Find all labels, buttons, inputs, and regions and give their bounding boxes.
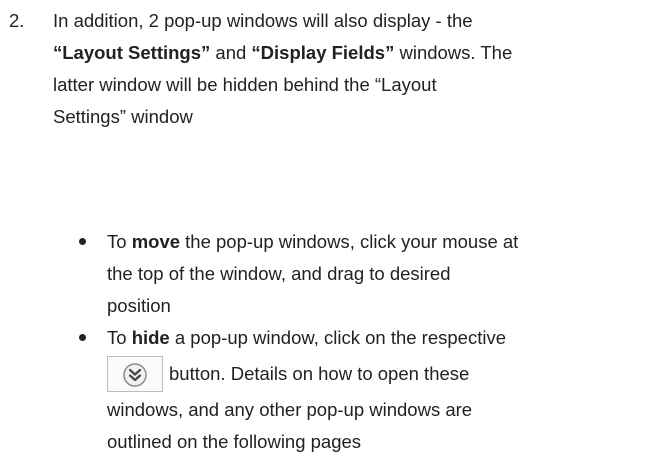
intro-paragraph: In addition, 2 pop-up windows will also … <box>53 5 643 133</box>
bullet-hide: To hide a pop-up window, click on the re… <box>0 322 648 458</box>
hide-keyword: hide <box>131 327 170 348</box>
bullet-move-pre: To <box>107 231 132 252</box>
bullet-move-post: the pop-up windows, click your mouse at <box>180 231 519 252</box>
para-line-4: Settings” window <box>53 106 193 127</box>
bullet-hide-line-3: windows, and any other pop-up windows ar… <box>107 399 473 420</box>
bullet-hide-line-1: To hide a pop-up window, click on the re… <box>107 322 648 354</box>
layout-settings-name: “Layout Settings” <box>53 42 211 63</box>
para-line-2: “Layout Settings” and “Display Fields” w… <box>53 37 643 69</box>
bullet-dot <box>79 238 86 245</box>
bullet-list: To move the pop-up windows, click your m… <box>0 226 648 458</box>
bullet-move: To move the pop-up windows, click your m… <box>0 226 648 322</box>
item-number: 2. <box>9 10 25 31</box>
bullet-hide-text: To hide a pop-up window, click on the re… <box>107 322 648 458</box>
bullet-dot <box>79 334 86 341</box>
display-fields-name: “Display Fields” <box>251 42 395 63</box>
bullet-hide-post: a pop-up window, click on the respective <box>169 327 506 348</box>
bullet-hide-line-4: outlined on the following pages <box>107 431 362 452</box>
double-chevron-down-icon <box>123 363 147 387</box>
para-line-2-text-b: windows. The <box>394 42 513 63</box>
bullet-move-line-1: To move the pop-up windows, click your m… <box>107 226 648 258</box>
bullet-move-line-2: the top of the window, and drag to desir… <box>107 263 451 284</box>
move-keyword: move <box>131 231 181 252</box>
para-line-2-text-a: and <box>210 42 252 63</box>
bullet-move-text: To move the pop-up windows, click your m… <box>107 226 648 322</box>
bullet-move-line-3: position <box>107 295 171 316</box>
para-line-3: latter window will be hidden behind the … <box>53 74 437 95</box>
bullet-hide-pre: To <box>107 327 132 348</box>
para-line-1: In addition, 2 pop-up windows will also … <box>53 10 473 31</box>
hide-window-button[interactable] <box>107 356 163 392</box>
bullet-hide-line-2-text: button. Details on how to open these <box>169 363 470 384</box>
bullet-hide-line-2: button. Details on how to open these <box>107 354 648 394</box>
